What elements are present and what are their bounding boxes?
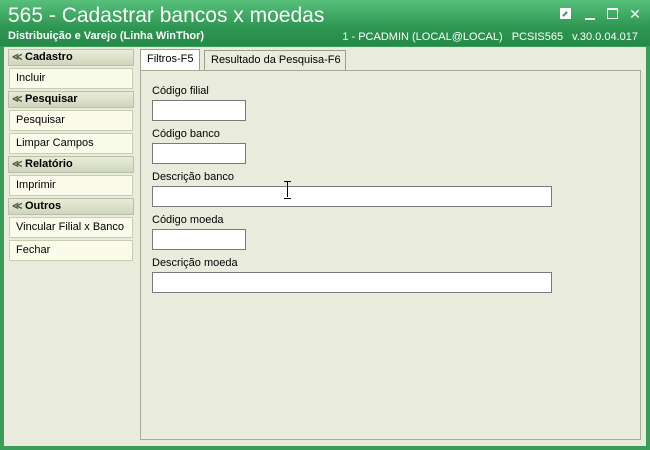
descricao-banco-input[interactable] <box>152 186 552 207</box>
window-subtitle: Distribuição e Varejo (Linha WinThor) <box>8 30 205 42</box>
filters-panel: Código filial Código banco Descrição ban… <box>140 70 641 440</box>
codigo-filial-label: Código filial <box>152 85 209 97</box>
routine-code: PCSIS565 <box>511 31 564 43</box>
chevron-up-icon: ≪ <box>12 201 23 212</box>
fechar-button[interactable]: Fechar <box>9 240 133 261</box>
group-relatorio[interactable]: ≪ Relatório <box>8 156 134 173</box>
user-info: 1 - PCADMIN (LOCAL@LOCAL) <box>342 31 503 43</box>
codigo-banco-input[interactable] <box>152 143 246 164</box>
maximize-icon[interactable] <box>605 6 621 22</box>
descricao-moeda-input[interactable] <box>152 272 552 293</box>
tab-resultado-pesquisa[interactable]: Resultado da Pesquisa-F6 <box>204 50 346 70</box>
close-icon[interactable]: ✕ <box>627 6 643 22</box>
restore-icon[interactable] <box>558 6 574 22</box>
imprimir-button[interactable]: Imprimir <box>9 175 133 196</box>
codigo-banco-label: Código banco <box>152 128 220 140</box>
descricao-moeda-label: Descrição moeda <box>152 257 238 269</box>
group-cadastro[interactable]: ≪ Cadastro <box>8 49 134 66</box>
descricao-banco-label: Descrição banco <box>152 171 234 183</box>
group-pesquisar[interactable]: ≪ Pesquisar <box>8 91 134 108</box>
title-bar: 565 - Cadastrar bancos x moedas Distribu… <box>0 0 650 46</box>
group-outros[interactable]: ≪ Outros <box>8 198 134 215</box>
codigo-moeda-label: Código moeda <box>152 214 224 226</box>
action-sidebar: ≪ Cadastro Incluir ≪ Pesquisar Pesquisar… <box>8 49 134 271</box>
codigo-filial-input[interactable] <box>152 100 246 121</box>
version-label: v.30.0.04.017 <box>572 31 638 43</box>
limpar-campos-button[interactable]: Limpar Campos <box>9 133 133 154</box>
client-area: ≪ Cadastro Incluir ≪ Pesquisar Pesquisar… <box>4 47 646 446</box>
app-window: 565 - Cadastrar bancos x moedas Distribu… <box>0 0 650 450</box>
vincular-filial-banco-button[interactable]: Vincular Filial x Banco <box>9 217 133 238</box>
minimize-icon[interactable] <box>582 6 598 22</box>
chevron-up-icon: ≪ <box>12 52 23 63</box>
chevron-up-icon: ≪ <box>12 159 23 170</box>
incluir-button[interactable]: Incluir <box>9 68 133 89</box>
codigo-moeda-input[interactable] <box>152 229 246 250</box>
text-cursor-icon <box>284 181 292 199</box>
pesquisar-button[interactable]: Pesquisar <box>9 110 133 131</box>
session-info: 1 - PCADMIN (LOCAL@LOCAL) PCSIS565 v.30.… <box>336 31 638 43</box>
tab-filtros[interactable]: Filtros-F5 <box>140 49 200 71</box>
chevron-up-icon: ≪ <box>12 94 23 105</box>
window-title: 565 - Cadastrar bancos x moedas <box>8 4 325 27</box>
